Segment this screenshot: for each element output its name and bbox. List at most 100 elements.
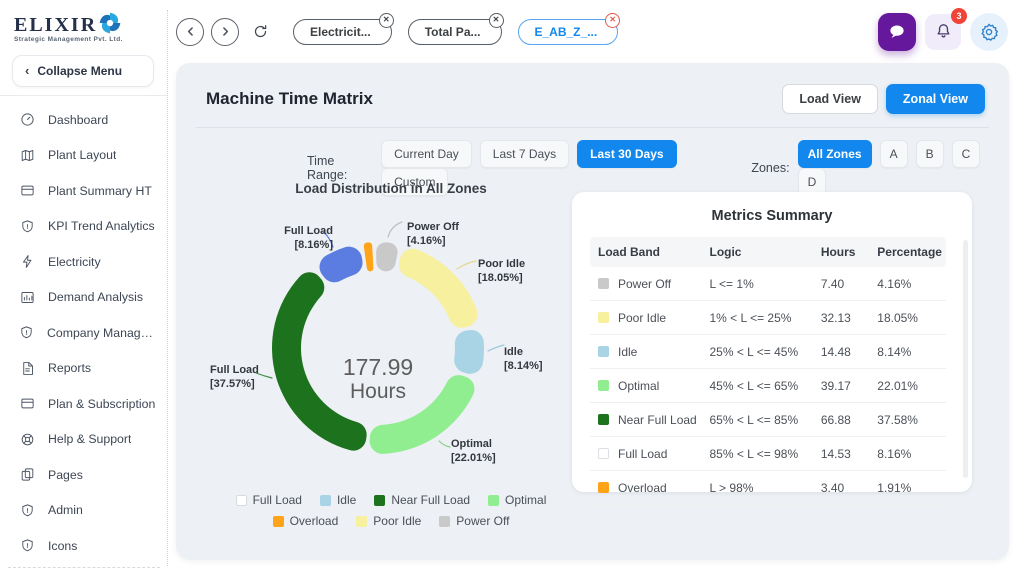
sidebar-item-reports[interactable]: Reports <box>0 351 168 387</box>
band-hours: 3.40 <box>817 471 873 505</box>
legend-label: Optimal <box>505 493 546 507</box>
gear-icon <box>979 22 999 42</box>
sidebar-item-label: Dashboard <box>48 113 108 127</box>
gauge-icon <box>19 112 35 128</box>
sidebar-item-label: Help & Support <box>48 432 131 446</box>
sidebar: ELIXIR Strategic Management Pvt. Ltd. ‹ … <box>0 0 168 576</box>
band-swatch <box>598 414 609 425</box>
chevron-left-icon <box>183 24 198 39</box>
band-percentage: 8.16% <box>873 437 946 471</box>
shield-icon <box>19 325 34 341</box>
sidebar-item-company-managem[interactable]: Company Managem... <box>0 315 168 351</box>
chat-bubble-icon <box>886 21 908 43</box>
legend-item-full-load[interactable]: Full Load <box>236 493 302 507</box>
topbar-actions: 3 <box>878 13 1008 51</box>
tab-electricit[interactable]: Electricit...✕ <box>293 19 392 45</box>
table-row-near-full-load: Near Full Load65% < L <= 85%66.8837.58% <box>590 403 946 437</box>
notification-badge: 3 <box>951 8 967 24</box>
band-name: Idle <box>618 345 637 359</box>
sidebar-item-icons[interactable]: Icons <box>0 528 168 564</box>
close-tab-icon[interactable]: ✕ <box>605 13 620 28</box>
sidebar-item-label: Plan & Subscription <box>48 397 155 411</box>
sidebar-item-label: Reports <box>48 361 91 375</box>
column-header-percentage: Percentage <box>873 237 946 267</box>
callout-power-off: Power Off [4.16%] <box>407 220 459 248</box>
legend-label: Idle <box>337 493 356 507</box>
filter-current-day-button[interactable]: Current Day <box>381 140 472 168</box>
load-view-button[interactable]: Load View <box>782 84 878 114</box>
filter-all-zones-button[interactable]: All Zones <box>798 140 872 168</box>
sidebar-menu: Dashboard Plant Layout Plant Summary HTKPI… <box>0 102 168 564</box>
band-percentage: 18.05% <box>873 301 946 335</box>
sidebar-item-label: Plant Layout <box>48 148 116 162</box>
band-swatch <box>598 346 609 357</box>
legend-label: Power Off <box>456 514 509 528</box>
bolt-icon <box>19 254 35 270</box>
header-divider <box>196 127 989 128</box>
sidebar-item-dashboard[interactable]: Dashboard <box>0 102 168 138</box>
donut-segment-poor-idle[interactable]: Poor Idle: 32.13 h (18.05%) <box>399 249 478 328</box>
forward-button[interactable] <box>211 18 239 46</box>
collapse-menu-button[interactable]: ‹ Collapse Menu <box>12 55 154 87</box>
donut-segment-overload[interactable]: Overload: 3.4 h (1.91%) <box>364 242 374 271</box>
close-tab-icon[interactable]: ✕ <box>489 13 504 28</box>
filter-last-7-days-button[interactable]: Last 7 Days <box>480 140 569 168</box>
chat-button[interactable] <box>878 13 916 51</box>
tab-strip: Electricit...✕ Total Pa...✕ E_AB_Z_...✕ <box>293 19 618 45</box>
refresh-icon <box>253 24 268 39</box>
legend-item-near-full-load[interactable]: Near Full Load <box>374 493 470 507</box>
back-button[interactable] <box>176 18 204 46</box>
card-icon <box>19 396 35 412</box>
band-hours: 39.17 <box>817 369 873 403</box>
brand-subtitle: Strategic Management Pvt. Ltd. <box>14 36 168 43</box>
sidebar-item-demand-analysis[interactable]: Demand Analysis <box>0 280 168 316</box>
column-header-load-band: Load Band <box>590 237 705 267</box>
tab-e-ab-z[interactable]: E_AB_Z_...✕ <box>518 19 619 45</box>
zone-buttons: All ZonesABCD <box>798 140 1009 196</box>
legend-item-optimal[interactable]: Optimal <box>488 493 546 507</box>
brand-logo: ELIXIR Strategic Management Pvt. Ltd. <box>0 0 168 47</box>
sidebar-item-label: Electricity <box>48 255 101 269</box>
topbar: Electricit...✕ Total Pa...✕ E_AB_Z_...✕ 3 <box>168 0 1024 63</box>
metrics-title: Metrics Summary <box>590 208 954 224</box>
legend-item-idle[interactable]: Idle <box>320 493 356 507</box>
legend-item-poor-idle[interactable]: Poor Idle <box>356 514 421 528</box>
settings-button[interactable] <box>970 13 1008 51</box>
band-hours: 14.53 <box>817 437 873 471</box>
filter-a-button[interactable]: A <box>880 140 908 168</box>
sidebar-item-admin[interactable]: Admin <box>0 493 168 529</box>
legend-item-power-off[interactable]: Power Off <box>439 514 509 528</box>
band-hours: 7.40 <box>817 267 873 301</box>
metrics-scrollbar[interactable] <box>963 240 968 478</box>
table-row-power-off: Power OffL <= 1%7.404.16% <box>590 267 946 301</box>
legend-label: Full Load <box>253 493 302 507</box>
close-tab-icon[interactable]: ✕ <box>379 13 394 28</box>
band-percentage: 1.91% <box>873 471 946 505</box>
shield-icon <box>19 538 35 554</box>
legend-swatch <box>320 495 331 506</box>
chevron-left-icon: ‹ <box>25 66 29 76</box>
sidebar-item-plant-layout[interactable]: Plant Layout <box>0 138 168 174</box>
sidebar-item-plan-subscription[interactable]: Plan & Subscription <box>0 386 168 422</box>
sidebar-item-pages[interactable]: Pages <box>0 457 168 493</box>
panel-header: Machine Time Matrix Load View Zonal View <box>176 63 1009 127</box>
band-logic: 1% < L <= 25% <box>705 301 816 335</box>
refresh-button[interactable] <box>246 18 274 46</box>
sidebar-item-plant-summary-ht[interactable]: Plant Summary HT <box>0 173 168 209</box>
tab-total-pa[interactable]: Total Pa...✕ <box>408 19 502 45</box>
filter-last-30-days-button[interactable]: Last 30 Days <box>577 140 676 168</box>
map-icon <box>19 147 35 163</box>
filter-c-button[interactable]: C <box>952 140 981 168</box>
filter-b-button[interactable]: B <box>916 140 944 168</box>
zonal-view-button[interactable]: Zonal View <box>886 84 985 114</box>
sidebar-item-help-support[interactable]: Help & Support <box>0 422 168 458</box>
legend-swatch <box>273 516 284 527</box>
leader-optimal <box>439 441 450 447</box>
legend-item-overload[interactable]: Overload <box>273 514 339 528</box>
donut-segment-power-off[interactable]: Power Off: 7.4 h (4.16%) <box>376 242 397 271</box>
donut-segment-idle[interactable]: Idle: 14.48 h (8.14%) <box>454 330 484 374</box>
sidebar-item-kpi-trend-analytics[interactable]: KPI Trend Analytics <box>0 209 168 245</box>
sidebar-item-electricity[interactable]: Electricity <box>0 244 168 280</box>
notifications-button[interactable]: 3 <box>925 14 961 50</box>
bell-icon <box>934 22 953 41</box>
